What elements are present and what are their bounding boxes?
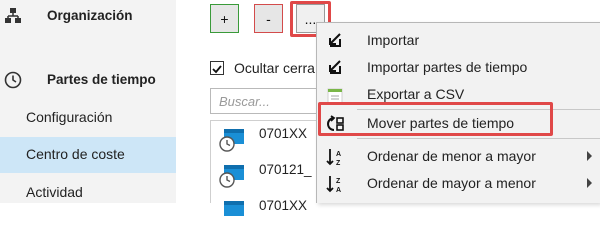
menu-item-label: Importar: [367, 32, 420, 48]
timesheet-clock-icon: [219, 165, 244, 188]
menu-item-importar[interactable]: Importar: [317, 27, 600, 54]
svg-text:Z: Z: [336, 178, 341, 185]
svg-text:Z: Z: [336, 160, 341, 167]
sidebar-item-label: Centro de coste: [26, 146, 125, 162]
submenu-arrow-icon: [587, 151, 592, 161]
sidebar-item-label: Configuración: [26, 109, 113, 125]
organization-icon: [4, 7, 22, 25]
sidebar-item-centro-de-coste[interactable]: Centro de coste: [0, 137, 176, 173]
cost-center-list: 0701XX 070121_ 0701XX: [210, 120, 320, 216]
menu-item-ordenar-asc[interactable]: A Z Ordenar de menor a mayor: [317, 143, 600, 170]
svg-text:A: A: [336, 151, 341, 158]
list-item-text: 0701XX: [259, 126, 308, 141]
checkmark-icon: [212, 65, 222, 74]
sort-descending-icon: Z A: [326, 176, 341, 194]
mover-item-highlight: [318, 102, 553, 136]
list-item-text: 070121_: [259, 162, 312, 177]
list-item[interactable]: 0701XX: [219, 123, 329, 157]
organization-label[interactable]: Organización: [47, 8, 133, 23]
list-item-text: 0701XX: [259, 198, 308, 213]
clock-icon: [4, 71, 22, 89]
list-item[interactable]: 0701XX: [219, 195, 329, 229]
sidebar-item-label: Actividad: [26, 184, 83, 200]
hide-closed-checkbox[interactable]: [210, 61, 224, 75]
sidebar-item-actividad[interactable]: Actividad: [0, 175, 176, 211]
menu-item-label: Ordenar de menor a mayor: [367, 148, 536, 164]
hide-closed-label: Ocultar cerra: [234, 60, 315, 76]
list-item[interactable]: 070121_: [219, 159, 329, 193]
search-input[interactable]: Buscar...: [210, 88, 330, 114]
svg-text:A: A: [336, 187, 341, 194]
menu-item-importar-partes[interactable]: Importar partes de tiempo: [317, 54, 600, 81]
sidebar: Organización Partes de tiempo Configurac…: [0, 0, 176, 203]
timesheet-clock-icon: [224, 201, 244, 216]
menu-item-label: Importar partes de tiempo: [367, 59, 528, 75]
add-button[interactable]: +: [210, 4, 239, 33]
remove-button[interactable]: -: [254, 4, 283, 33]
menu-separator: [357, 138, 600, 139]
sort-ascending-icon: A Z: [326, 149, 341, 167]
sidebar-item-configuracion[interactable]: Configuración: [0, 100, 176, 136]
import-icon: [329, 60, 341, 74]
import-icon: [329, 33, 341, 47]
timesheet-clock-icon: [219, 129, 244, 152]
time-sheets-label[interactable]: Partes de tiempo: [47, 72, 156, 87]
menu-item-label: Exportar a CSV: [367, 86, 465, 102]
submenu-arrow-icon: [587, 178, 592, 188]
menu-item-ordenar-desc[interactable]: Z A Ordenar de mayor a menor: [317, 170, 600, 197]
menu-item-label: Ordenar de mayor a menor: [367, 175, 536, 191]
